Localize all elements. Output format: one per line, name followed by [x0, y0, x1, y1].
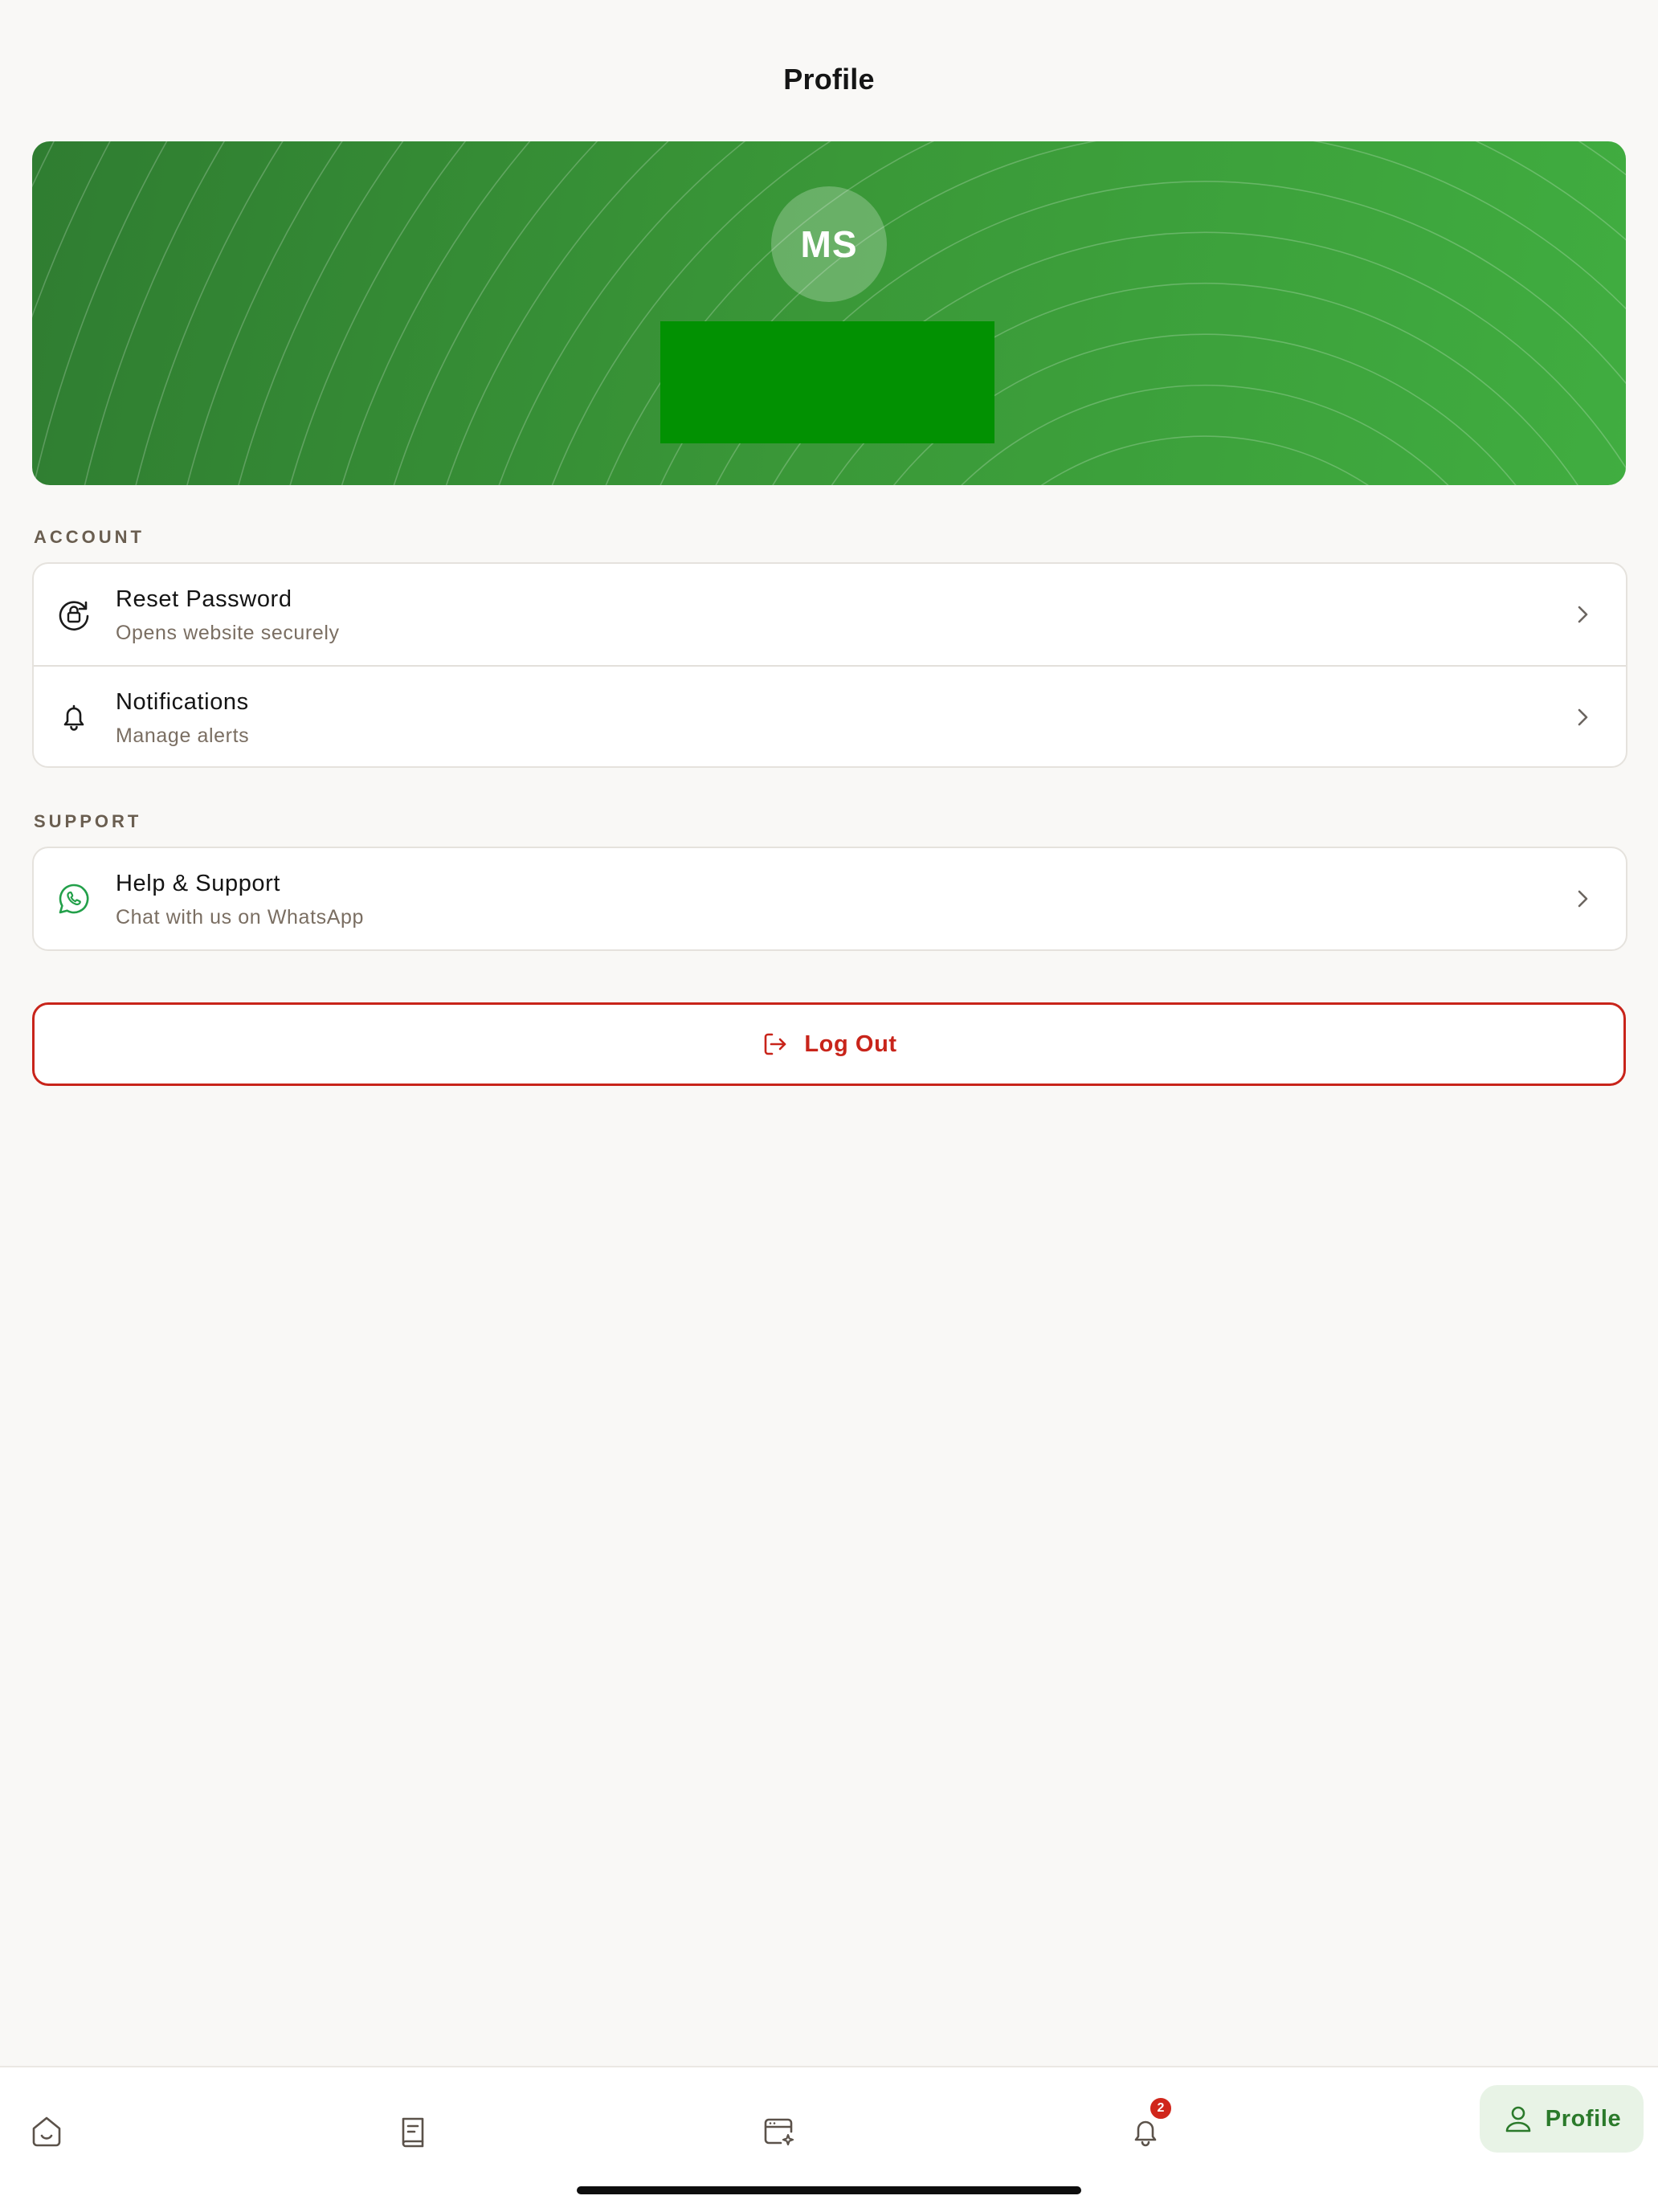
page-title: Profile — [783, 63, 875, 96]
help-support-row[interactable]: Help & Support Chat with us on WhatsApp — [34, 848, 1626, 949]
user-icon — [1505, 2106, 1531, 2132]
bell-icon — [63, 704, 84, 731]
profile-header-card: MS — [32, 141, 1626, 485]
tab-profile[interactable]: Profile — [1480, 2085, 1644, 2153]
support-card: Help & Support Chat with us on WhatsApp — [32, 847, 1627, 951]
account-section-label: ACCOUNT — [34, 527, 145, 547]
whatsapp-icon — [59, 884, 89, 914]
notification-badge: 2 — [1149, 2096, 1173, 2120]
notifications-row[interactable]: Notifications Manage alerts — [34, 665, 1626, 766]
chevron-right-icon — [1578, 890, 1588, 908]
notifications-subtitle: Manage alerts — [116, 724, 250, 747]
avatar: MS — [771, 186, 887, 302]
redacted-name-block — [660, 321, 994, 443]
chevron-right-icon — [1578, 708, 1588, 726]
home-indicator — [577, 2186, 1081, 2194]
account-card: Reset Password Opens website securely No… — [32, 562, 1627, 768]
home-icon[interactable] — [27, 2112, 66, 2151]
tab-profile-label: Profile — [1545, 2105, 1622, 2132]
notifications-title: Notifications — [116, 689, 249, 715]
help-support-subtitle: Chat with us on WhatsApp — [116, 906, 364, 928]
support-section-label: SUPPORT — [34, 811, 142, 831]
reset-password-row[interactable]: Reset Password Opens website securely — [34, 564, 1626, 665]
logout-label: Log Out — [804, 1030, 897, 1057]
chevron-right-icon — [1578, 606, 1588, 623]
book-icon[interactable] — [394, 2112, 432, 2151]
reset-password-subtitle: Opens website securely — [116, 622, 340, 644]
logout-icon — [765, 1033, 786, 1055]
help-support-title: Help & Support — [116, 871, 281, 896]
lock-refresh-icon — [59, 601, 89, 631]
reset-password-title: Reset Password — [116, 586, 292, 612]
logout-button[interactable]: Log Out — [32, 1002, 1626, 1086]
sparkle-window-icon[interactable] — [760, 2112, 798, 2151]
